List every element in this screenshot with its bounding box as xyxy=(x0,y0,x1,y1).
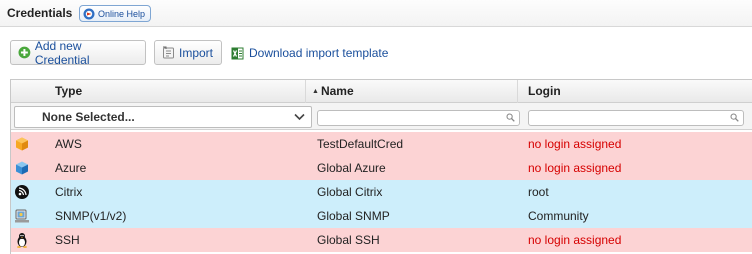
type-cell: Citrix xyxy=(55,185,83,199)
type-cell: SSH xyxy=(55,233,80,247)
import-button[interactable]: Import xyxy=(154,40,222,65)
download-template-label: Download import template xyxy=(249,46,389,60)
ssh-linux-icon xyxy=(17,233,27,248)
table-row[interactable]: AWS TestDefaultCred no login assigned xyxy=(11,132,752,156)
page-title: Credentials xyxy=(7,6,73,20)
excel-icon xyxy=(231,47,244,59)
column-header-login-label: Login xyxy=(528,84,561,98)
help-arrow-icon xyxy=(83,8,95,19)
download-template-link[interactable]: Download import template xyxy=(231,44,388,62)
table-row[interactable]: Citrix Global Citrix root xyxy=(11,180,752,204)
login-cell: no login assigned xyxy=(528,161,622,175)
page-header: Credentials Online Help xyxy=(0,0,752,27)
credentials-table: Type ▲ Name Login None Selected... AWS T… xyxy=(10,79,752,254)
type-cell: SNMP(v1/v2) xyxy=(55,209,127,223)
add-credential-label: Add new Credential xyxy=(34,38,90,67)
sort-ascending-icon: ▲ xyxy=(312,88,319,95)
chevron-down-icon xyxy=(294,113,305,121)
search-icon xyxy=(730,113,739,122)
type-cell: Azure xyxy=(55,161,87,175)
type-filter-value: None Selected... xyxy=(42,110,135,124)
table-row[interactable]: SSH Global SSH no login assigned xyxy=(11,228,752,252)
plus-icon xyxy=(18,46,31,59)
type-cell: AWS xyxy=(55,137,82,151)
table-row[interactable]: Azure Global Azure no login assigned xyxy=(11,156,752,180)
column-header-login[interactable]: Login xyxy=(518,80,752,103)
column-header-type-label: Type xyxy=(55,84,83,98)
name-cell: TestDefaultCred xyxy=(317,137,404,151)
name-cell: Global Azure xyxy=(317,161,386,175)
import-label: Import xyxy=(179,45,214,60)
citrix-icon xyxy=(15,185,29,199)
azure-icon xyxy=(16,161,28,175)
search-icon xyxy=(506,113,515,122)
online-help-button[interactable]: Online Help xyxy=(79,5,152,22)
login-cell: root xyxy=(528,185,549,199)
import-icon xyxy=(163,46,174,59)
aws-icon xyxy=(16,137,28,151)
name-filter-input[interactable] xyxy=(317,110,520,126)
name-cell: Global Citrix xyxy=(317,185,383,199)
column-header-name-label: Name xyxy=(320,84,354,98)
toolbar: Add new Credential Import Download impor… xyxy=(0,38,752,67)
login-cell: no login assigned xyxy=(528,233,622,247)
type-filter-select[interactable]: None Selected... xyxy=(14,106,312,128)
online-help-label: Online Help xyxy=(98,8,146,19)
login-cell: Community xyxy=(528,209,589,223)
login-filter-input[interactable] xyxy=(528,110,744,126)
add-credential-button[interactable]: Add new Credential xyxy=(10,38,146,67)
table-row[interactable]: SNMP(v1/v2) Global SNMP Community xyxy=(11,204,752,228)
login-cell: no login assigned xyxy=(528,137,622,151)
column-header-type[interactable]: Type xyxy=(11,80,306,103)
name-cell: Global SSH xyxy=(317,233,380,247)
filter-row: None Selected... xyxy=(11,103,752,130)
snmp-icon xyxy=(15,209,29,223)
table-header: Type ▲ Name Login xyxy=(11,80,752,103)
column-header-name[interactable]: ▲ Name xyxy=(306,80,518,103)
name-cell: Global SNMP xyxy=(317,209,390,223)
